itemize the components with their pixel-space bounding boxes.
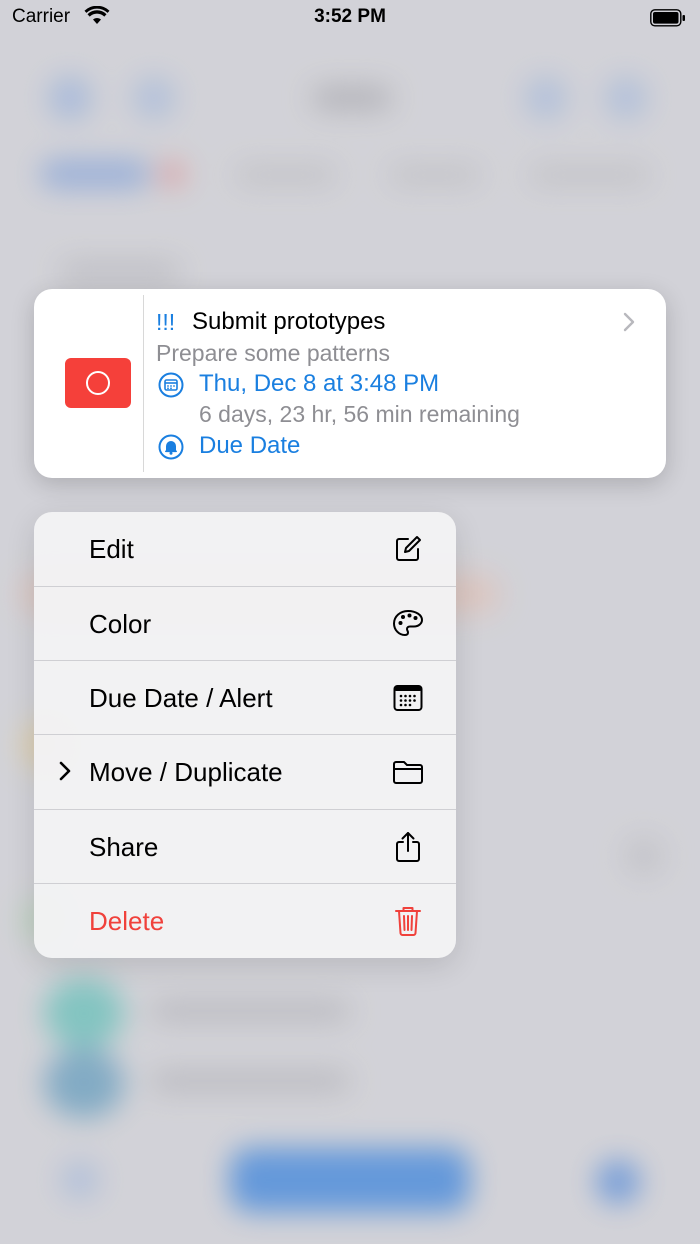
- edit-icon: [391, 532, 425, 566]
- menu-item-label: Delete: [89, 906, 165, 936]
- battery-icon: [650, 9, 686, 32]
- priority-indicator: !!!: [156, 309, 176, 335]
- menu-item-color[interactable]: Color: [34, 587, 456, 661]
- circle-icon: [86, 371, 110, 395]
- menu-item-move-duplicate[interactable]: Move / Duplicate: [34, 735, 456, 809]
- time-remaining-text: 6 days, 23 hr, 56 min remaining: [199, 401, 520, 427]
- clock-time: 3:52 PM: [314, 6, 386, 27]
- chevron-right-icon: [58, 760, 72, 787]
- palette-icon: [391, 607, 425, 641]
- share-icon: [391, 830, 425, 864]
- menu-item-delete[interactable]: Delete: [34, 884, 456, 958]
- chevron-right-icon[interactable]: [622, 311, 636, 338]
- menu-item-share[interactable]: Share: [34, 810, 456, 884]
- reminder-notes: Prepare some patterns: [156, 340, 390, 366]
- folder-icon: [391, 755, 425, 789]
- trash-icon: [391, 904, 425, 938]
- calendar-icon: [391, 681, 425, 715]
- menu-item-label: Color: [89, 609, 152, 639]
- calendar-icon: [158, 372, 184, 403]
- menu-item-label: Move / Duplicate: [89, 757, 283, 787]
- menu-item-label: Edit: [89, 534, 134, 564]
- menu-item-due-date-alert[interactable]: Due Date / Alert: [34, 661, 456, 735]
- reminder-preview-card[interactable]: !!! Submit prototypes Prepare some patte…: [34, 289, 666, 478]
- alert-type-text: Due Date: [199, 432, 301, 459]
- menu-item-edit[interactable]: Edit: [34, 512, 456, 586]
- due-date-text: Thu, Dec 8 at 3:48 PM: [199, 370, 440, 397]
- status-bar: Carrier 3:52 PM: [0, 0, 700, 36]
- card-divider: [143, 295, 144, 472]
- bell-icon: [158, 434, 184, 465]
- menu-item-label: Share: [89, 832, 159, 862]
- reminder-title: Submit prototypes: [192, 308, 386, 335]
- menu-item-label: Due Date / Alert: [89, 683, 273, 713]
- context-menu: Edit Color Due Date / Alert Move / Dupli…: [34, 512, 456, 958]
- color-flag: [65, 358, 131, 408]
